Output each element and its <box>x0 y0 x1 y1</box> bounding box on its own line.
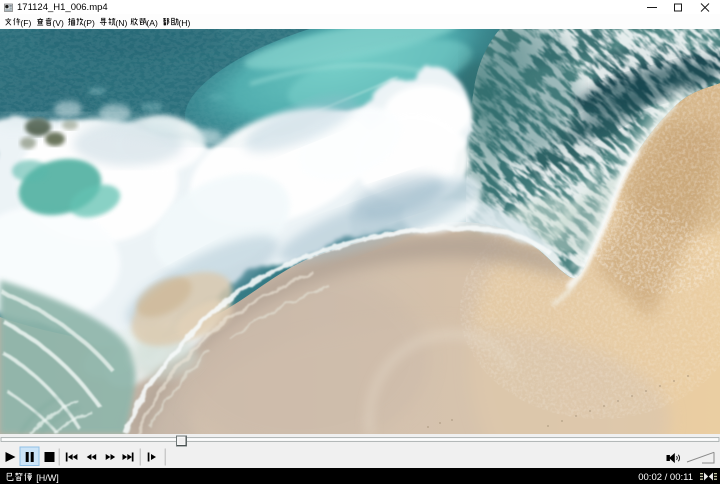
svg-text:(H): (H) <box>178 18 190 28</box>
svg-text:(P): (P) <box>83 18 95 28</box>
svg-text:(N): (N) <box>115 18 127 28</box>
svg-text:[H/W]: [H/W] <box>34 473 59 483</box>
svg-text:(V): (V) <box>52 18 64 28</box>
svg-text:(A): (A) <box>146 18 158 28</box>
svg-text:(F): (F) <box>20 18 31 28</box>
